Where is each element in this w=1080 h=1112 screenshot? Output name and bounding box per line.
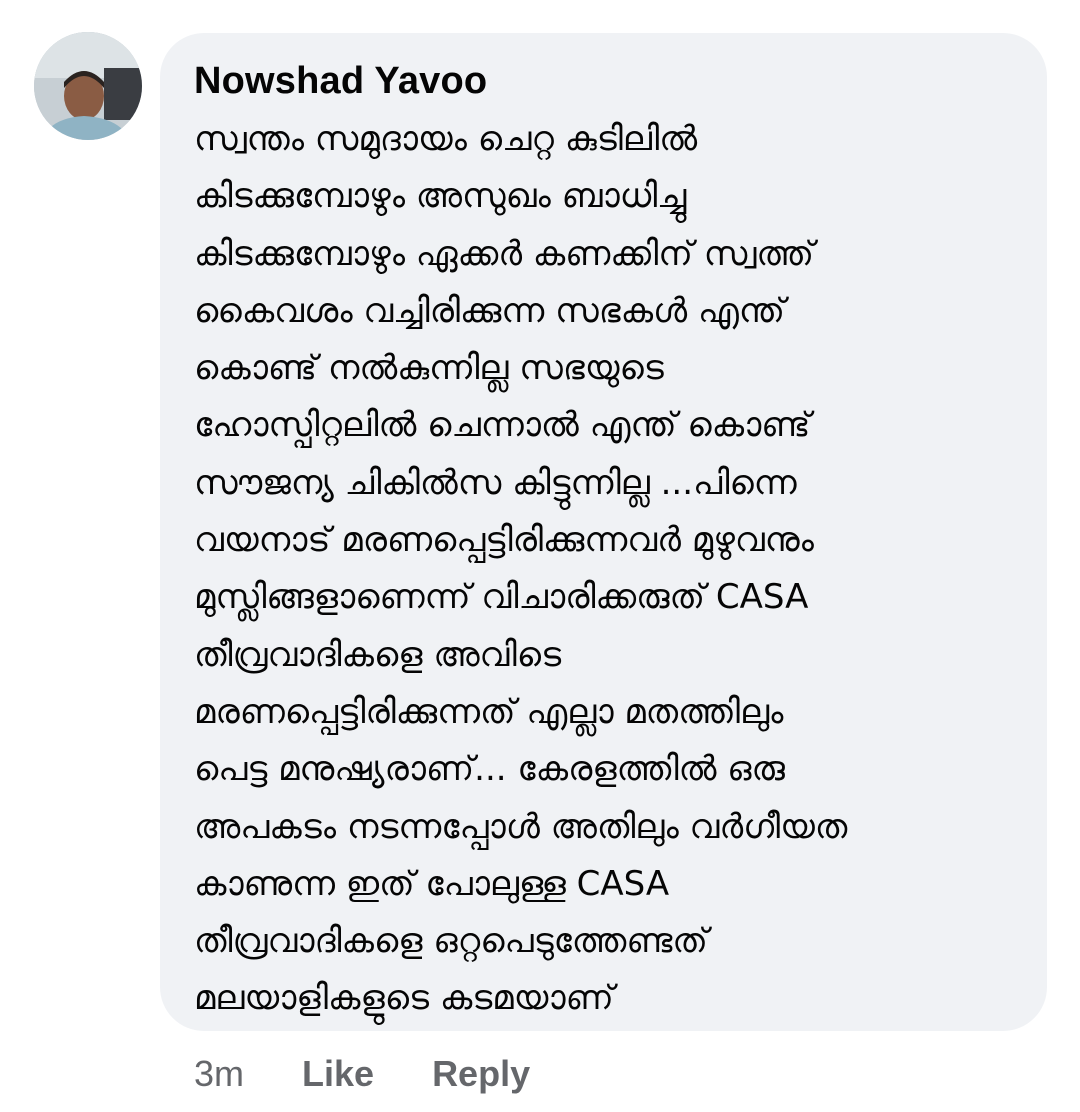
comment-line: ഹോസ്പിറ്റലിൽ ചെന്നാൽ എന്ത് കൊണ്ട് [194,405,811,446]
comment-line: കാണുന്ന ഇത് പോലുള്ള CASA [194,863,670,904]
comment-line: കൊണ്ട് നൽകുന്നില്ല സഭയുടെ [194,348,664,389]
comment-line: തീവ്രവാദികളെ അവിടെ [194,634,562,675]
comment-bubble: Nowshad Yavoo സ്വന്തം സമുദായം ചെറ്റ കുടി… [160,33,1047,1031]
comment-timestamp[interactable]: 3m [194,1053,244,1095]
comment-line: വയനാട് മരണപ്പെട്ടിരിക്കുന്നവർ മുഴുവനും [194,520,814,561]
comment-text: സ്വന്തം സമുദായം ചെറ്റ കുടിലിൽ കിടക്കുമ്പ… [194,111,1019,1028]
comment-line: തീവ്രവാദികളെ ഒറ്റപെടുത്തേണ്ടത് [194,921,708,962]
comment-author[interactable]: Nowshad Yavoo [194,57,1019,105]
comment-line: കിടക്കുമ്പോഴും ഏക്കർ കണക്കിന് സ്വത്ത് [194,233,815,274]
avatar[interactable] [34,32,142,140]
comment-line: സ്വന്തം സമുദായം ചെറ്റ കുടിലിൽ [194,119,698,159]
comment-actions: 3m Like Reply [194,1050,530,1098]
comment-line: കിടക്കുമ്പോഴും അസുഖം ബാധിച്ചു [194,176,687,217]
comment-line: മലയാളികളുടെ കടമയാണ് [194,978,614,1019]
like-button[interactable]: Like [302,1053,374,1095]
comment-line: പെട്ട മനുഷ്യരാണ്... കേരളത്തിൽ ഒരു [194,749,785,790]
user-avatar-photo-icon [34,32,142,140]
comment-line: അപകടം നടന്നപ്പോൾ അതിലും വർഗീയത [194,806,848,847]
comment-line: മരണപ്പെട്ടിരിക്കുന്നത് എല്ലാ മതത്തിലും [194,691,784,732]
reply-button[interactable]: Reply [432,1053,530,1095]
comment-line: മുസ്ലിങ്ങളാണെന്ന് വിചാരിക്കരുത് CASA [194,577,809,618]
comment-line: കൈവശം വച്ചിരിക്കുന്ന സഭകൾ എന്ത് [194,290,785,331]
comment-line: സൗജന്യ ചികിൽസ കിട്ടുന്നില്ല ...പിന്നെ [194,462,797,503]
